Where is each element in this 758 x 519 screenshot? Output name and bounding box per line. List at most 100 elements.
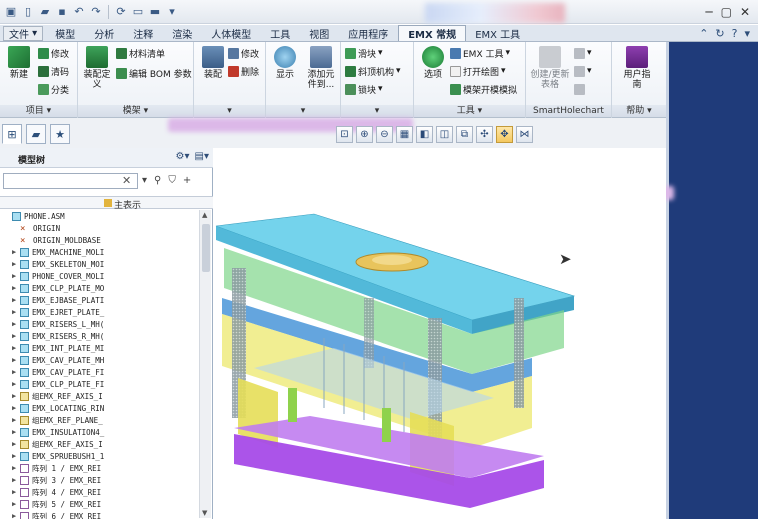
tree-item[interactable]: ▶ 阵列 5 / EMX_REI <box>0 498 200 510</box>
smart-tool-3[interactable] <box>574 82 585 96</box>
tab-model[interactable]: 模型 <box>46 25 85 41</box>
expand-arrow-icon[interactable]: ▶ <box>12 260 20 268</box>
filter-icon[interactable]: ⛉ <box>168 175 176 186</box>
create-update-table-button[interactable]: 创建/更新表格 <box>530 46 570 90</box>
modify-component-button[interactable]: 修改 <box>228 46 259 60</box>
window-icon[interactable]: ▭ <box>131 5 145 19</box>
refresh-icon[interactable]: ↻ <box>715 27 724 40</box>
tree-item[interactable]: ⨯ ORIGIN_MOLDBASE <box>0 234 200 246</box>
tree-item[interactable]: ▶ EMX_RISERS_R_MH( <box>0 330 200 342</box>
expand-arrow-icon[interactable]: ▶ <box>12 416 20 424</box>
tree-item[interactable]: PHONE.ASM <box>0 210 200 222</box>
smart-tool-2[interactable]: ▾ <box>574 64 592 78</box>
tree-item[interactable]: ▶ EMX_RISERS_L_MH( <box>0 318 200 330</box>
annotation-display-icon[interactable]: ⋈ <box>516 126 533 143</box>
tree-item[interactable]: ▶ 阵列 4 / EMX_REI <box>0 486 200 498</box>
spin-center-icon[interactable]: ✥ <box>496 126 513 143</box>
tree-item[interactable]: ▶ EMX_INSULATION4_ <box>0 426 200 438</box>
edit-bom-params-button[interactable]: 编辑 BOM 参数 <box>116 66 192 80</box>
expand-arrow-icon[interactable]: ▶ <box>12 488 20 496</box>
tree-item[interactable]: ▶ EMX_INT_PLATE_MI <box>0 342 200 354</box>
tree-item[interactable]: ▶ 组EMX_REF_AXIS_I <box>0 390 200 402</box>
tree-item[interactable]: ▶ EMX_CLP_PLATE_MO <box>0 282 200 294</box>
collapse-ribbon-icon[interactable]: ⌃ <box>699 27 708 40</box>
tree-item[interactable]: ▶ EMX_SKELETON_MOI <box>0 258 200 270</box>
tab-render[interactable]: 渲染 <box>163 25 202 41</box>
tab-annotate[interactable]: 注释 <box>124 25 163 41</box>
tab-folder-browser[interactable]: ▰ <box>26 124 46 144</box>
chevron-down-icon[interactable]: ▾ <box>744 27 750 40</box>
expand-arrow-icon[interactable]: ▶ <box>12 512 20 519</box>
lock-block-button[interactable]: 锁块 ▾ <box>345 82 383 96</box>
tab-model-tree[interactable]: ⊞ <box>2 124 22 144</box>
add-column-icon[interactable]: + <box>183 175 191 186</box>
close-icon[interactable]: ✕ <box>740 5 750 19</box>
new-project-button[interactable]: 新建 <box>2 46 36 80</box>
group-moldbase-footer[interactable]: 模架 ▾ <box>78 105 193 117</box>
minimize-icon[interactable]: ─ <box>705 5 712 19</box>
expand-arrow-icon[interactable]: ▶ <box>12 440 20 448</box>
expand-arrow-icon[interactable]: ▶ <box>12 272 20 280</box>
tab-file[interactable]: 文件 ▾ <box>3 26 44 41</box>
help-icon[interactable]: ? <box>732 27 738 40</box>
classify-button[interactable]: 分类 <box>38 82 69 96</box>
expand-arrow-icon[interactable]: ▶ <box>12 296 20 304</box>
expand-arrow-icon[interactable]: ▶ <box>12 248 20 256</box>
repaint-icon[interactable]: ▦ <box>396 126 413 143</box>
expand-arrow-icon[interactable]: ▶ <box>12 476 20 484</box>
delete-component-button[interactable]: 删除 <box>228 64 259 78</box>
dropdown-icon[interactable]: ▾ <box>142 175 147 186</box>
tree-item[interactable]: ▶ EMX_LOCATING_RIN <box>0 402 200 414</box>
datum-display-icon[interactable]: ✣ <box>476 126 493 143</box>
emx-tools-button[interactable]: EMX 工具 ▾ <box>450 46 510 60</box>
display-style-icon[interactable]: ◧ <box>416 126 433 143</box>
folder-icon[interactable]: ▬ <box>148 5 162 19</box>
undo-icon[interactable]: ↶ <box>72 5 86 19</box>
open-drawing-button[interactable]: 打开绘图 ▾ <box>450 64 506 78</box>
tree-scrollbar[interactable]: ▲ ▼ <box>199 210 211 518</box>
lifter-button[interactable]: 斜顶机构 ▾ <box>345 64 401 78</box>
saved-views-icon[interactable]: ◫ <box>436 126 453 143</box>
modify-project-button[interactable]: 修改 <box>38 46 69 60</box>
maximize-icon[interactable]: ▢ <box>721 5 732 19</box>
expand-arrow-icon[interactable]: ▶ <box>12 368 20 376</box>
assembly-definition-button[interactable]: 装配定义 <box>80 46 114 90</box>
tab-favorites[interactable]: ★ <box>50 124 70 144</box>
smart-tool-1[interactable]: ▾ <box>574 46 592 60</box>
expand-arrow-icon[interactable]: ▶ <box>12 380 20 388</box>
group-display-footer[interactable]: ▾ <box>266 105 340 117</box>
expand-arrow-icon[interactable]: ▶ <box>12 308 20 316</box>
expand-arrow-icon[interactable]: ▶ <box>12 356 20 364</box>
expand-arrow-icon[interactable]: ▶ <box>12 320 20 328</box>
tree-search-input[interactable] <box>3 173 138 189</box>
tree-item[interactable]: ▶ EMX_EJRET_PLATE_ <box>0 306 200 318</box>
group-project-footer[interactable]: 项目 ▾ <box>0 105 77 117</box>
new-file-icon[interactable]: ▯ <box>21 5 35 19</box>
tree-item[interactable]: ▶ 阵列 3 / EMX_REI <box>0 474 200 486</box>
group-help-footer[interactable]: 帮助 ▾ <box>612 105 666 117</box>
clean-project-button[interactable]: 清码 <box>38 64 69 78</box>
expand-arrow-icon[interactable]: ▶ <box>12 500 20 508</box>
slider-button[interactable]: 滑块 ▾ <box>345 46 383 60</box>
tree-item[interactable]: ▶ PHONE_COVER_MOLI <box>0 270 200 282</box>
tab-tools[interactable]: 工具 <box>261 25 300 41</box>
user-guide-button[interactable]: 用户指南 <box>620 46 654 90</box>
scroll-thumb[interactable] <box>202 224 210 272</box>
tree-item[interactable]: ▶ 组EMX_REF_AXIS_I <box>0 438 200 450</box>
group-assembly-footer[interactable]: ▾ <box>194 105 265 117</box>
expand-arrow-icon[interactable]: ▶ <box>12 428 20 436</box>
tree-item[interactable]: ▶ EMX_CLP_PLATE_FI <box>0 378 200 390</box>
expand-arrow-icon[interactable]: ▶ <box>12 332 20 340</box>
open-folder-icon[interactable]: ▰ <box>38 5 52 19</box>
options-button[interactable]: 选项 <box>416 46 450 80</box>
expand-arrow-icon[interactable]: ▶ <box>12 452 20 460</box>
scroll-down-icon[interactable]: ▼ <box>202 509 207 517</box>
bom-button[interactable]: 材料清单 <box>116 46 165 60</box>
group-features-footer[interactable]: ▾ <box>341 105 413 117</box>
save-icon[interactable]: ▪ <box>55 5 69 19</box>
tab-applications[interactable]: 应用程序 <box>339 25 398 41</box>
tree-item[interactable]: ▶ 组EMX_REF_PLANE_ <box>0 414 200 426</box>
expand-arrow-icon[interactable]: ▶ <box>12 464 20 472</box>
graphics-window[interactable] <box>214 148 666 519</box>
mold-open-sim-button[interactable]: 模架开模模拟 <box>450 82 517 96</box>
